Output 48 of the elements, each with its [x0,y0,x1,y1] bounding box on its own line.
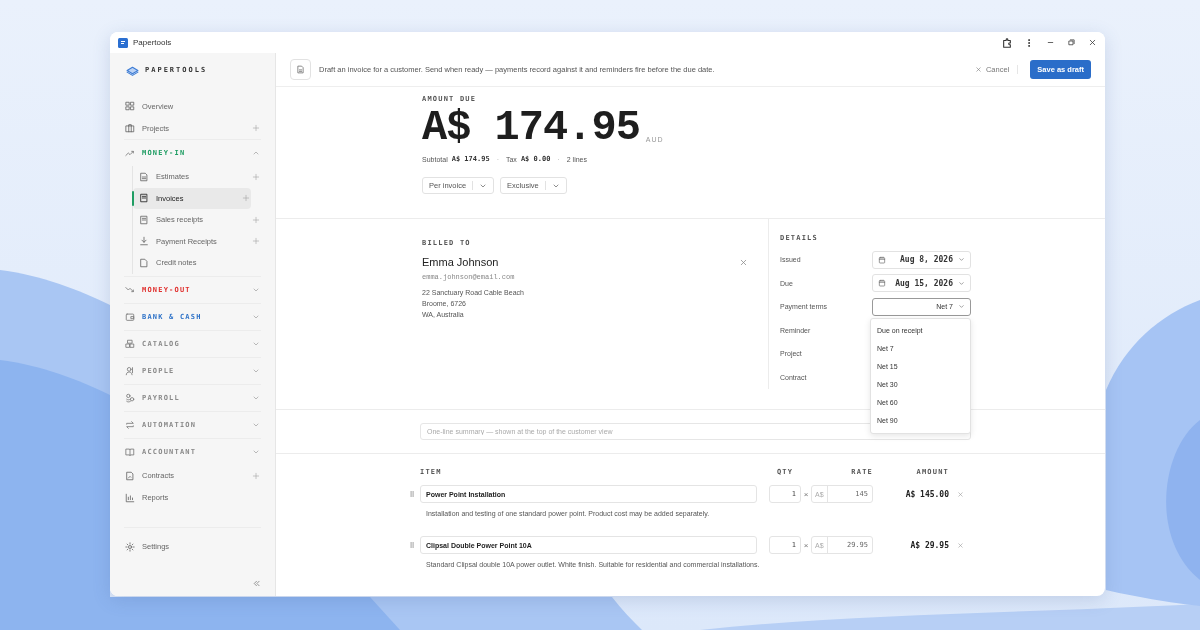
settings-icon [125,541,135,552]
chevron-up-icon[interactable] [252,149,260,157]
receipt-icon [139,214,149,225]
briefcase-icon [125,123,135,133]
person-icon [125,365,135,376]
document-icon [125,470,135,481]
window-title: Papertools [133,38,172,47]
document-button[interactable] [290,59,311,80]
plus-icon[interactable] [242,194,250,203]
stack-icon [125,338,135,349]
chevron-down-icon [958,256,965,264]
date-field[interactable]: Aug 15, 2026 [872,274,971,293]
multiply-sign: × [802,489,810,499]
app-logo-icon [118,37,128,48]
plus-icon[interactable] [252,471,260,480]
bar-chart-icon [125,492,135,503]
receipt-icon [139,193,149,204]
chevron-down-icon [958,303,965,311]
plus-icon[interactable] [252,237,260,246]
trend-down-icon [125,284,135,295]
document-icon [139,171,149,182]
line-amount: A$ 29.95 [909,540,949,550]
document-icon [296,65,305,74]
page-icon [139,257,149,268]
book-icon [125,446,135,457]
coins-icon [125,392,135,403]
extension-icon[interactable] [1002,37,1012,48]
plus-icon[interactable] [252,215,260,224]
plus-icon[interactable] [252,172,260,181]
multiply-sign: × [802,540,810,550]
repeat-icon [125,419,135,430]
chevron-down-icon [958,279,965,287]
line-amount: A$ 145.00 [904,489,949,499]
download-icon [139,236,149,247]
collapse-icon[interactable] [252,579,261,588]
customer-name: Emma Johnson [422,256,499,268]
amount-due-value: A$ 174.95 [422,107,640,149]
calendar-icon [878,279,886,288]
maximize-icon[interactable] [1067,38,1076,47]
close-icon[interactable] [739,257,748,267]
close-icon [974,66,982,73]
plus-icon[interactable] [252,124,260,132]
grid-icon [125,101,135,111]
close-icon[interactable] [1088,38,1097,47]
date-field[interactable]: Aug 8, 2026 [872,250,971,269]
wallet-icon [125,311,135,322]
calendar-icon [878,255,886,264]
trend-up-icon [125,148,135,158]
